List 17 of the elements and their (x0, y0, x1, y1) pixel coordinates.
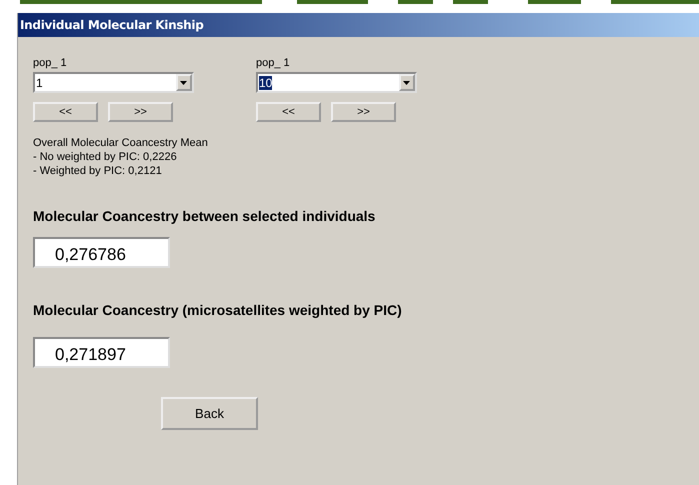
combo-label: pop_ 1 (33, 57, 68, 71)
summary-text: - No weighted by PIC: 0,2226 (33, 150, 178, 164)
back-button[interactable]: Back (161, 397, 258, 430)
summary-text: Overall Molecular Coancestry Mean (33, 136, 209, 150)
window-title: Individual Molecular Kinship (18, 13, 699, 37)
result-field[interactable]: 0,276786 (33, 237, 170, 268)
previous-button[interactable]: << (256, 102, 321, 122)
dropdown[interactable]: 1 (33, 72, 194, 93)
summary-text: - Weighted by PIC: 0,2121 (33, 164, 163, 178)
next-button[interactable]: >> (331, 102, 396, 122)
combo-label: pop_ 1 (256, 57, 291, 71)
result-heading: Molecular Coancestry between selected individuals (33, 208, 376, 224)
previous-button[interactable]: << (33, 102, 98, 122)
dropdown[interactable]: 10 (256, 72, 417, 93)
next-button[interactable]: >> (108, 102, 173, 122)
result-field[interactable]: 0,271897 (33, 337, 170, 368)
result-heading: Molecular Coancestry (microsatellites weighted by PIC) (33, 302, 403, 318)
